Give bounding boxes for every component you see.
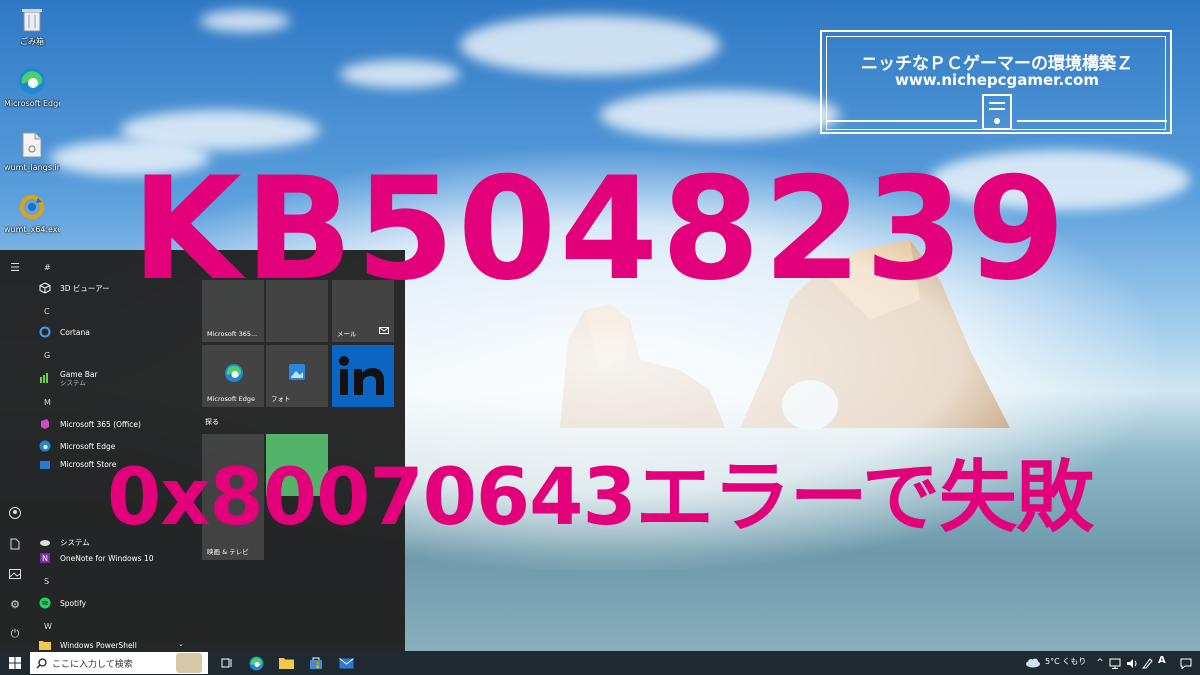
tile-name: メール: [337, 330, 357, 338]
pen-icon[interactable]: [1141, 653, 1155, 673]
app-name: Windows PowerShell: [60, 640, 137, 650]
app-name: OneNote for Windows 10: [60, 553, 154, 563]
desktop-icon-ini-file[interactable]: wumt_langs.ini: [4, 130, 60, 173]
photos-icon: [288, 363, 306, 385]
svg-text:N: N: [42, 554, 48, 563]
app-cortana[interactable]: Cortana: [38, 322, 90, 342]
tile-edge[interactable]: Microsoft Edge: [202, 345, 264, 407]
taskbar: ここに入力して検索 5°C くもり ^ A: [0, 651, 1200, 675]
office-icon: [38, 417, 52, 431]
letter-header[interactable]: #: [44, 263, 51, 272]
mail-icon: [338, 657, 354, 668]
tile-name: Microsoft Edge: [207, 395, 256, 403]
taskbar-search-box[interactable]: ここに入力して検索: [30, 652, 208, 674]
gear-icon[interactable]: ⚙: [6, 595, 24, 613]
update-tool-icon: [17, 192, 47, 222]
onenote-icon: N: [38, 551, 52, 565]
desktop-icon-label: wumt_langs.ini: [4, 163, 60, 172]
edge-icon: [249, 656, 263, 670]
power-icon[interactable]: ⏻: [6, 625, 24, 643]
app-game-bar[interactable]: Game Bar システム: [38, 366, 98, 390]
app-name: Cortana: [60, 327, 90, 337]
desktop-icon-label: ごみ箱: [20, 37, 44, 46]
tile-group-label: 探る: [205, 418, 219, 426]
cortana-icon: [38, 325, 52, 339]
file-icon: [17, 130, 47, 160]
network-icon[interactable]: [1108, 653, 1122, 673]
tile-linkedin[interactable]: [332, 345, 394, 407]
taskbar-mail-button[interactable]: [334, 653, 358, 673]
cloud: [340, 60, 460, 88]
speaker-icon[interactable]: [1125, 653, 1139, 673]
chevron-down-icon[interactable]: ⌄: [178, 640, 184, 648]
cloud: [460, 15, 720, 75]
cube-icon: [38, 281, 52, 295]
folder-icon: [38, 638, 52, 652]
app-3d-viewer[interactable]: 3D ビューアー: [38, 278, 110, 298]
windows-logo-icon: [9, 657, 21, 669]
app-name: Game Bar: [60, 369, 98, 379]
taskbar-explorer-button[interactable]: [274, 653, 298, 673]
game-bar-icon: [38, 371, 52, 385]
site-logo: ニッチなＰＣゲーマーの環境構築Ｚ www.nichepcgamer.com: [820, 30, 1172, 134]
letter-header[interactable]: M: [44, 398, 51, 407]
pictures-icon[interactable]: [6, 565, 24, 583]
desktop-icon-wumt-exe[interactable]: wumt_x64.exe: [4, 192, 60, 235]
desktop-icon-edge[interactable]: Microsoft Edge: [4, 66, 60, 109]
subline: 0x80070643エラーで失敗: [106, 453, 1094, 543]
cloud: [200, 10, 290, 32]
windows-start-button[interactable]: [4, 653, 26, 673]
chevron-up-icon[interactable]: ^: [1094, 653, 1106, 673]
app-windows-powershell[interactable]: Windows PowerShell ⌄: [38, 638, 184, 652]
notification-icon[interactable]: [1178, 653, 1194, 673]
recycle-bin-icon: [17, 4, 47, 34]
task-view-icon: [221, 658, 232, 668]
headline: KB5048239: [131, 147, 1069, 312]
ime-indicator[interactable]: A: [1158, 655, 1166, 666]
desktop-icon-label: wumt_x64.exe: [4, 225, 60, 234]
app-name: Microsoft 365 (Office): [60, 419, 141, 429]
tile-name: フォト: [271, 395, 291, 403]
tile-photos[interactable]: フォト: [266, 345, 328, 407]
spotify-icon: [38, 596, 52, 610]
letter-header[interactable]: S: [44, 577, 49, 586]
app-name: Spotify: [60, 598, 87, 608]
pc-tower-icon: [827, 94, 1167, 130]
tile-name: Microsoft 365...: [207, 330, 258, 338]
desktop-icon-recycle-bin[interactable]: ごみ箱: [4, 4, 60, 47]
letter-header[interactable]: W: [44, 622, 52, 631]
edge-icon: [224, 363, 244, 387]
store-icon: [310, 657, 322, 669]
folder-icon: [278, 658, 294, 669]
letter-header[interactable]: C: [44, 307, 50, 316]
taskbar-store-button[interactable]: [304, 653, 328, 673]
app-spotify[interactable]: Spotify: [38, 593, 86, 613]
desktop-icon-label: Microsoft Edge: [4, 99, 60, 108]
letter-header[interactable]: G: [44, 351, 50, 360]
cloud: [600, 90, 840, 140]
weather-cloud-icon[interactable]: [1024, 653, 1042, 673]
weather-text[interactable]: 5°C くもり: [1045, 656, 1086, 667]
search-placeholder: ここに入力して検索: [52, 659, 133, 670]
edge-icon: [17, 66, 47, 96]
task-view-button[interactable]: [216, 653, 238, 673]
site-logo-url: www.nichepcgamer.com: [895, 71, 1099, 89]
app-subtitle: システム: [60, 378, 86, 387]
mail-icon: [379, 319, 389, 338]
app-microsoft-365[interactable]: Microsoft 365 (Office): [38, 414, 141, 434]
site-logo-inner-frame: ニッチなＰＣゲーマーの環境構築Ｚ www.nichepcgamer.com: [826, 36, 1167, 130]
hamburger-icon[interactable]: ☰: [6, 258, 24, 276]
app-onenote[interactable]: N OneNote for Windows 10: [38, 548, 154, 568]
taskbar-edge-button[interactable]: [244, 653, 268, 673]
search-icon: [36, 657, 47, 668]
linkedin-icon: [338, 355, 388, 401]
search-highlight-image: [176, 653, 202, 673]
